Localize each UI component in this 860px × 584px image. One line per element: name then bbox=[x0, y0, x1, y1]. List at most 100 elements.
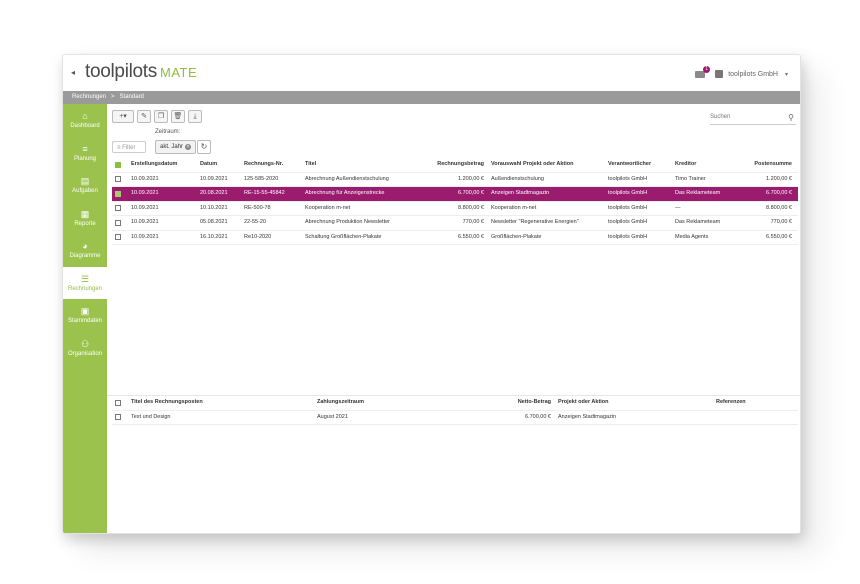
sidebar-item-dashboard[interactable]: ⌂ Dashboard bbox=[63, 104, 107, 137]
column-header[interactable]: Kreditor bbox=[675, 158, 696, 172]
table-cell: toolpilots GmbH bbox=[608, 233, 648, 240]
filter-button[interactable]: ≡ Filter bbox=[112, 141, 146, 153]
sidebar-item-rechnungen[interactable]: ☰ Rechnungen bbox=[63, 266, 107, 299]
table-header-row: Titel des Rechnungsposten Zahlungszeitra… bbox=[112, 396, 798, 411]
table-cell: 10.09.2021 bbox=[131, 219, 159, 225]
table-cell: Schaltung Großflächen-Plakate bbox=[305, 233, 382, 240]
table-cell: 10.09.2021 bbox=[131, 204, 159, 211]
table-cell: 10.09.2021 bbox=[200, 175, 228, 182]
row-checkbox[interactable] bbox=[115, 414, 121, 420]
breadcrumb-item-rechnungen[interactable]: Rechnungen bbox=[72, 94, 106, 100]
column-header[interactable]: Postensumme bbox=[754, 158, 792, 172]
column-header[interactable]: Referenzen bbox=[716, 396, 746, 410]
table-row[interactable]: Text und Design August 2021 6.700,00 € A… bbox=[112, 411, 798, 425]
table-cell: Das Reklameteam bbox=[675, 190, 721, 196]
sidebar-item-label: Diagramme bbox=[69, 253, 101, 260]
copy-button[interactable]: ❐ bbox=[154, 110, 168, 123]
column-header[interactable]: Zahlungszeitraum bbox=[317, 396, 364, 410]
back-arrow-icon[interactable]: ◂ bbox=[71, 68, 75, 77]
column-header[interactable]: Rechnungsbetrag bbox=[437, 158, 484, 172]
home-icon: ⌂ bbox=[82, 111, 88, 122]
zeitraum-chip[interactable]: akt. Jahr × bbox=[155, 140, 197, 154]
table-cell: 05.08.2021 bbox=[200, 219, 228, 225]
table-cell: 22-55-20 bbox=[244, 219, 267, 225]
table-cell: 125-585-2020 bbox=[244, 175, 279, 182]
row-checkbox-checked[interactable] bbox=[115, 190, 121, 197]
sidebar-item-aufgaben[interactable]: ▤ Aufgaben bbox=[63, 169, 107, 202]
download-button[interactable]: ⤓ bbox=[188, 110, 202, 123]
table-cell: toolpilots GmbH bbox=[608, 204, 648, 211]
table-cell: August 2021 bbox=[317, 413, 348, 420]
table-cell: 1.200,00 € bbox=[766, 175, 792, 182]
row-checkbox[interactable] bbox=[115, 234, 121, 240]
planning-icon: ≡ bbox=[82, 143, 88, 154]
column-header[interactable]: Datum bbox=[200, 158, 217, 172]
table-row[interactable]: 10.09.2021 10.10.2021 RE-500-78 Kooperat… bbox=[112, 202, 798, 216]
row-checkbox[interactable] bbox=[115, 219, 121, 226]
app-logo[interactable]: toolpilots MATE bbox=[85, 61, 197, 83]
column-header[interactable]: Netto-Betrag bbox=[518, 396, 551, 410]
table-row[interactable]: 10.09.2021 16.10.2021 Re10-2020 Schaltun… bbox=[112, 231, 798, 245]
pie-chart-icon: ◕ bbox=[82, 241, 88, 252]
account-area: 1 toolpilots GmbH ▾ bbox=[695, 65, 788, 81]
table-cell: Kooperation m-net bbox=[305, 204, 351, 211]
table-row[interactable]: 10.09.2021 10.09.2021 125-585-2020 Abrec… bbox=[112, 173, 798, 187]
chip-remove-icon[interactable]: × bbox=[185, 144, 192, 150]
column-header[interactable]: Vorauswahl Projekt oder Aktion bbox=[491, 158, 574, 172]
table-cell: Text und Design bbox=[131, 413, 171, 420]
sidebar-item-organisation[interactable]: ⚇ Organisation bbox=[63, 332, 107, 365]
table-cell: 8.800,00 € bbox=[458, 204, 484, 211]
search-icon[interactable]: ⚲ bbox=[788, 111, 794, 124]
table-cell: Kooperation m-net bbox=[491, 204, 537, 211]
mail-icon[interactable]: 1 bbox=[695, 65, 711, 78]
table-cell: Re10-2020 bbox=[244, 233, 272, 240]
search-input[interactable]: Suchen ⚲ bbox=[710, 111, 796, 125]
sidebar-item-planung[interactable]: ≡ Planung bbox=[63, 137, 107, 170]
table-cell: Anzeigen Stadtmagazin bbox=[558, 413, 617, 420]
table-row[interactable]: 10.09.2021 05.08.2021 22-55-20 Abrechnun… bbox=[112, 216, 798, 231]
delete-button[interactable]: 🗑 bbox=[171, 110, 185, 123]
column-header[interactable]: Erstellungsdatum bbox=[131, 158, 177, 172]
top-bar: ◂ toolpilots MATE 1 toolpilots GmbH ▾ bbox=[63, 55, 800, 91]
table-cell: — bbox=[675, 204, 681, 211]
account-name[interactable]: toolpilots GmbH bbox=[728, 71, 778, 78]
select-all-checkbox[interactable] bbox=[115, 161, 121, 168]
table-cell: 10.09.2021 bbox=[131, 175, 159, 182]
account-dropdown-icon[interactable]: ▾ bbox=[785, 71, 788, 78]
row-checkbox[interactable] bbox=[115, 176, 121, 182]
chip-label: akt. Jahr bbox=[160, 144, 184, 150]
sidebar-item-reporte[interactable]: ▦ Reporte bbox=[63, 202, 107, 235]
table-cell: 1.200,00 € bbox=[458, 175, 484, 182]
breadcrumb-item-standard[interactable]: Standard bbox=[120, 94, 144, 100]
column-header[interactable]: Titel des Rechnungsposten bbox=[131, 396, 203, 410]
search-placeholder: Suchen bbox=[710, 114, 731, 120]
sidebar-item-label: Dashboard bbox=[70, 123, 100, 130]
row-checkbox[interactable] bbox=[115, 205, 121, 211]
breadcrumb: Rechnungen > Standard bbox=[63, 91, 800, 104]
logo-suffix: MATE bbox=[160, 65, 198, 80]
select-all-checkbox[interactable] bbox=[115, 399, 121, 406]
filter-label: Filter bbox=[122, 145, 136, 151]
image-icon: ▣ bbox=[80, 306, 90, 317]
edit-button[interactable]: ✎ bbox=[137, 110, 151, 123]
refresh-button[interactable]: ↻ bbox=[197, 140, 211, 154]
table-row-selected[interactable]: 10.09.2021 20.08.2021 RE-15-55-45842 Abr… bbox=[112, 187, 798, 202]
sidebar-item-stammdaten[interactable]: ▣ Stammdaten bbox=[63, 299, 107, 332]
add-button[interactable]: +▾ bbox=[112, 110, 134, 123]
table-cell: Großflächen-Plakate bbox=[491, 233, 542, 240]
column-header[interactable]: Titel bbox=[305, 158, 316, 172]
table-cell: 10.09.2021 bbox=[131, 190, 159, 196]
sidebar-item-diagramme[interactable]: ◕ Diagramme bbox=[63, 234, 107, 267]
breadcrumb-separator: > bbox=[111, 94, 115, 100]
app-window: ◂ toolpilots MATE 1 toolpilots GmbH ▾ Rec… bbox=[62, 54, 801, 534]
tasks-icon: ▤ bbox=[80, 176, 90, 187]
column-header[interactable]: Rechnungs-Nr. bbox=[244, 158, 283, 172]
table-cell: 16.10.2021 bbox=[200, 233, 228, 240]
column-header[interactable]: Verantwortlicher bbox=[608, 158, 651, 172]
column-header[interactable]: Projekt oder Aktion bbox=[558, 396, 609, 410]
invoice-icon: ☰ bbox=[80, 273, 90, 284]
table-cell: Newsletter "Regenerative Energien" bbox=[491, 219, 579, 225]
table-cell: 770,00 € bbox=[770, 219, 792, 225]
table-cell: toolpilots GmbH bbox=[608, 190, 648, 196]
table-cell: Abrechnung Produktion Newsletter bbox=[305, 219, 390, 225]
